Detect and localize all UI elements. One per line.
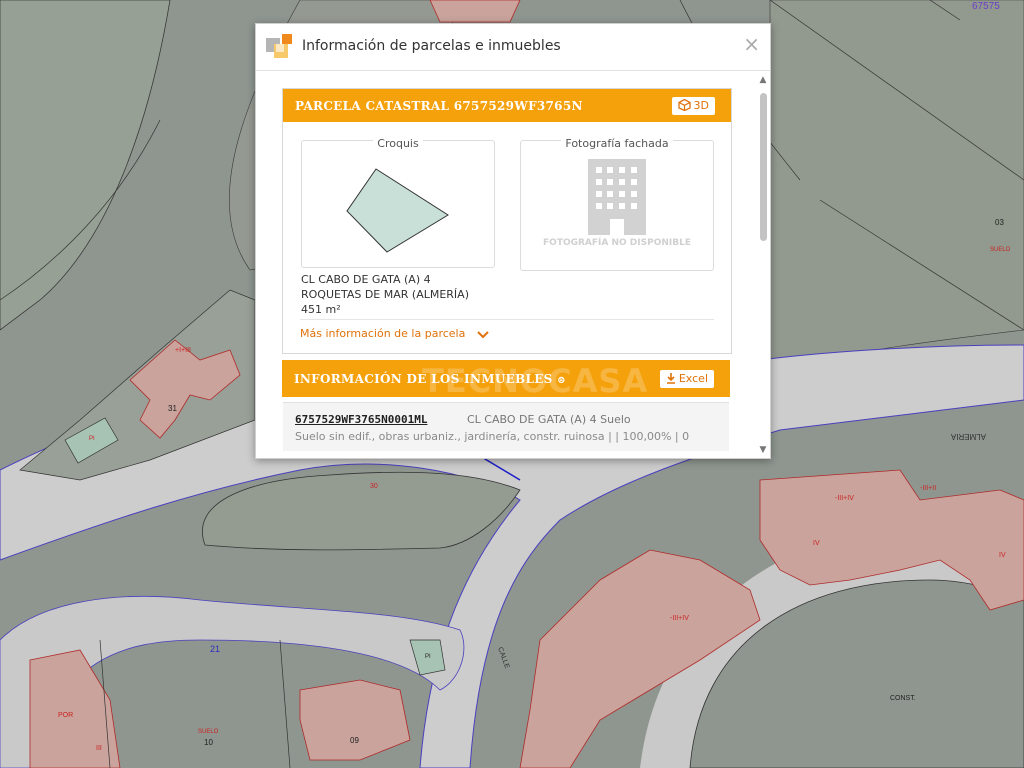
scroll-thumb[interactable] <box>760 93 767 241</box>
svg-text:III: III <box>96 745 102 752</box>
dialog-body[interactable]: PARCELA CATASTRAL 6757529WF3765N 3D Croq… <box>256 71 770 457</box>
info-icon: ⊜ <box>557 375 566 386</box>
svg-text:IV: IV <box>999 552 1006 559</box>
parcel-address-line2: ROQUETAS DE MAR (ALMERÍA) <box>301 288 469 301</box>
parcel-address-line1: CL CABO DE GATA (A) 4 <box>301 273 431 286</box>
svg-text:-III+IV: -III+IV <box>670 615 689 622</box>
scroll-up-icon[interactable]: ▲ <box>758 75 768 85</box>
map-label-67575: 67575 <box>972 1 1000 12</box>
scrollbar[interactable]: ▲ ▼ <box>758 75 768 455</box>
parcela-panel-header: PARCELA CATASTRAL 6757529WF3765N 3D <box>283 89 731 122</box>
svg-text:ALMERIA: ALMERIA <box>950 432 986 441</box>
parcel-sketch <box>346 168 449 253</box>
inmuebles-panel: TECNOCASA INFORMACIÓN DE LOS INMUEBLES ⊜… <box>282 360 730 452</box>
svg-text:03: 03 <box>995 218 1004 227</box>
svg-text:+I+III: +I+III <box>175 347 191 354</box>
table-row[interactable]: 6757529WF3765N0001ML CL CABO DE GATA (A)… <box>283 402 729 451</box>
cube-3d-icon <box>677 98 691 112</box>
svg-text:09: 09 <box>350 736 359 745</box>
svg-text:CONST.: CONST. <box>890 695 916 702</box>
chevron-down-icon <box>477 331 489 339</box>
svg-text:-III+IV: -III+IV <box>835 495 854 502</box>
svg-text:30: 30 <box>370 483 378 490</box>
croquis-card[interactable]: Croquis <box>301 137 495 268</box>
foto-fachada-card[interactable]: Fotografía fachada FOTOGRAFÍA NO DISPONI… <box>520 137 714 271</box>
dialog-title: Información de parcelas e inmuebles <box>302 38 561 54</box>
scroll-down-icon[interactable]: ▼ <box>758 445 768 455</box>
croquis-label: Croquis <box>302 137 494 150</box>
svg-text:21: 21 <box>210 644 220 654</box>
svg-text:PI: PI <box>89 436 95 442</box>
more-info-link[interactable]: Más información de la parcela <box>300 327 489 340</box>
svg-text:31: 31 <box>168 404 177 413</box>
svg-text:10: 10 <box>204 738 213 747</box>
info-dialog: Información de parcelas e inmuebles × PA… <box>255 23 771 459</box>
svg-text:SUELO: SUELO <box>990 247 1011 253</box>
more-info-label: Más información de la parcela <box>300 327 466 340</box>
svg-text:-III+II: -III+II <box>920 485 936 492</box>
catastro-logo-icon <box>266 34 292 58</box>
parcela-title: PARCELA CATASTRAL 6757529WF3765N <box>295 99 583 113</box>
svg-text:IV: IV <box>813 540 820 547</box>
inmueble-description: Suelo sin edif., obras urbaniz., jardine… <box>295 430 690 443</box>
parcel-area: 451 m² <box>301 303 341 316</box>
inmueble-address: CL CABO DE GATA (A) 4 Suelo <box>467 413 631 426</box>
svg-text:SUELO: SUELO <box>198 729 219 735</box>
excel-label: Excel <box>678 372 708 385</box>
svg-text:PI: PI <box>425 654 431 660</box>
foto-fachada-label: Fotografía fachada <box>521 137 713 150</box>
view-3d-label: 3D <box>693 99 709 112</box>
inmuebles-panel-header: TECNOCASA INFORMACIÓN DE LOS INMUEBLES ⊜… <box>282 360 730 400</box>
download-icon <box>666 373 675 384</box>
dialog-header: Información de parcelas e inmuebles × <box>256 24 770 71</box>
close-icon[interactable]: × <box>743 33 760 55</box>
divider <box>300 319 714 320</box>
building-placeholder-icon <box>588 159 646 235</box>
inmueble-ref-link[interactable]: 6757529WF3765N0001ML <box>295 413 427 426</box>
svg-text:POR: POR <box>58 712 73 719</box>
view-3d-button[interactable]: 3D <box>671 97 715 115</box>
excel-button[interactable]: Excel <box>659 370 714 388</box>
parcela-panel: PARCELA CATASTRAL 6757529WF3765N 3D Croq… <box>282 88 732 354</box>
inmuebles-title: INFORMACIÓN DE LOS INMUEBLES ⊜ <box>294 372 566 386</box>
foto-missing-text: FOTOGRAFÍA NO DISPONIBLE <box>543 238 691 248</box>
